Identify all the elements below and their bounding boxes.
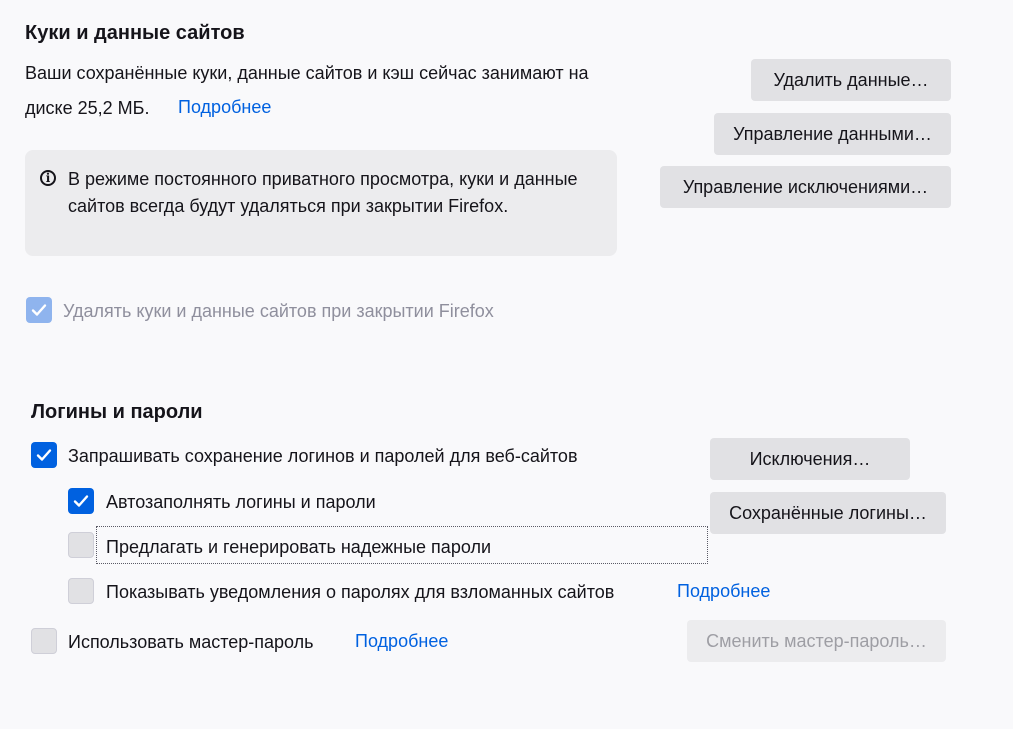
logins-section-heading: Логины и пароли bbox=[31, 401, 203, 423]
checkmark-icon bbox=[36, 449, 52, 461]
master-password-label[interactable]: Использовать мастер-пароль bbox=[68, 631, 314, 653]
cookies-learn-more-link[interactable]: Подробнее bbox=[178, 97, 271, 118]
delete-on-close-checkbox bbox=[26, 297, 52, 323]
autofill-label[interactable]: Автозаполнять логины и пароли bbox=[106, 491, 376, 513]
delete-on-close-label: Удалять куки и данные сайтов при закрыти… bbox=[63, 301, 494, 321]
privacy-settings-panel: Куки и данные сайтов Ваши сохранённые ку… bbox=[0, 0, 1013, 729]
exceptions-button[interactable]: Исключения… bbox=[710, 438, 910, 480]
cookies-section-heading: Куки и данные сайтов bbox=[25, 22, 245, 44]
clear-data-button[interactable]: Удалить данные… bbox=[751, 59, 951, 101]
change-master-password-button: Сменить мастер-пароль… bbox=[687, 620, 946, 662]
master-password-checkbox[interactable] bbox=[31, 628, 57, 654]
checkmark-icon bbox=[73, 495, 89, 507]
suggest-passwords-checkbox[interactable] bbox=[68, 532, 94, 558]
cookies-usage-line2: диске 25,2 МБ. bbox=[25, 98, 150, 118]
info-icon: i bbox=[40, 170, 56, 186]
checkmark-icon bbox=[31, 304, 47, 316]
suggest-passwords-label[interactable]: Предлагать и генерировать надежные парол… bbox=[106, 536, 491, 558]
breach-alerts-checkbox[interactable] bbox=[68, 578, 94, 604]
private-browsing-info-text: В режиме постоянного приватного просмотр… bbox=[68, 169, 578, 216]
ask-to-save-label[interactable]: Запрашивать сохранение логинов и паролей… bbox=[68, 445, 578, 467]
cookies-usage-line1: Ваши сохранённые куки, данные сайтов и к… bbox=[25, 63, 589, 83]
breach-learn-more-link[interactable]: Подробнее bbox=[677, 581, 770, 602]
private-browsing-info-box: i В режиме постоянного приватного просмо… bbox=[25, 150, 617, 256]
saved-logins-button[interactable]: Сохранённые логины… bbox=[710, 492, 946, 534]
manage-data-button[interactable]: Управление данными… bbox=[714, 113, 951, 155]
master-learn-more-link[interactable]: Подробнее bbox=[355, 631, 448, 652]
breach-alerts-label[interactable]: Показывать уведомления о паролях для взл… bbox=[106, 581, 614, 603]
ask-to-save-checkbox[interactable] bbox=[31, 442, 57, 468]
manage-exceptions-button[interactable]: Управление исключениями… bbox=[660, 166, 951, 208]
autofill-checkbox[interactable] bbox=[68, 488, 94, 514]
